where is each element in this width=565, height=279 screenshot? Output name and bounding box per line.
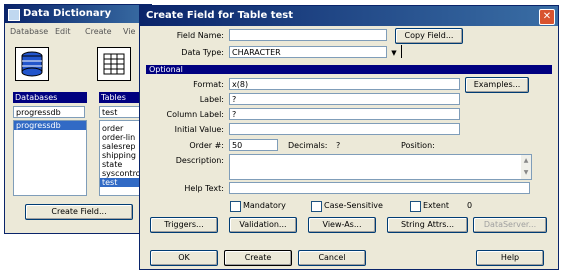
copy-field-button[interactable]: Copy Field... bbox=[395, 28, 463, 44]
create-field-dialog: Create Field for Table test ✕ Field Name… bbox=[139, 5, 559, 270]
dataserver-button[interactable]: DataServer... bbox=[473, 217, 547, 233]
extent-checkbox[interactable] bbox=[410, 201, 421, 212]
column-label-input[interactable]: ? bbox=[229, 108, 460, 120]
dialog-titlebar[interactable]: Create Field for Table test ✕ bbox=[140, 6, 558, 26]
optional-header: Optional bbox=[146, 65, 552, 74]
cancel-button[interactable]: Cancel bbox=[298, 250, 366, 266]
examples-button[interactable]: Examples... bbox=[465, 77, 529, 93]
database-icon[interactable] bbox=[15, 47, 49, 81]
decimals-value: ? bbox=[336, 141, 341, 150]
data-type-select[interactable]: CHARACTER bbox=[229, 46, 387, 58]
description-label: Description: bbox=[175, 156, 224, 165]
description-textarea[interactable]: ▲ ▼ bbox=[229, 154, 532, 180]
order-label: Order #: bbox=[189, 141, 224, 150]
field-name-input[interactable] bbox=[229, 29, 387, 41]
databases-value[interactable]: progressdb bbox=[13, 106, 85, 118]
data-type-label: Data Type: bbox=[181, 48, 224, 57]
menu-bar: Database Edit Create Vie bbox=[5, 27, 151, 39]
position-label: Position: bbox=[401, 141, 435, 150]
decimals-label: Decimals: bbox=[288, 141, 328, 150]
chevron-down-icon[interactable]: ▼ bbox=[389, 48, 399, 58]
extent-label: Extent bbox=[423, 201, 450, 210]
extent-value: 0 bbox=[467, 201, 473, 210]
table-icon[interactable] bbox=[97, 47, 131, 81]
mandatory-label: Mandatory bbox=[243, 201, 286, 210]
create-button[interactable]: Create bbox=[224, 250, 292, 266]
menu-view[interactable]: Vie bbox=[123, 27, 135, 36]
validation-button[interactable]: Validation... bbox=[229, 217, 297, 233]
menu-database[interactable]: Database bbox=[10, 27, 48, 36]
scrollbar[interactable]: ▲ ▼ bbox=[521, 155, 531, 179]
format-input[interactable]: x(8) bbox=[229, 78, 460, 90]
list-item[interactable]: progressdb bbox=[14, 121, 86, 130]
column-label-label: Column Label: bbox=[166, 110, 224, 119]
help-text-label: Help Text: bbox=[184, 184, 224, 193]
triggers-button[interactable]: Triggers... bbox=[150, 217, 218, 233]
dialog-title: Create Field for Table test bbox=[146, 10, 294, 21]
data-dictionary-window: Data Dictionary Database Edit Create Vie… bbox=[4, 4, 153, 234]
databases-header: Databases bbox=[13, 92, 87, 103]
text-cursor bbox=[401, 45, 402, 58]
ok-button[interactable]: OK bbox=[150, 250, 218, 266]
string-attrs-button[interactable]: String Attrs... bbox=[387, 217, 468, 233]
menu-edit[interactable]: Edit bbox=[55, 27, 71, 36]
order-input[interactable]: 50 bbox=[229, 139, 278, 151]
field-name-label: Field Name: bbox=[176, 31, 224, 40]
initial-value-label: Initial Value: bbox=[174, 125, 224, 134]
mandatory-checkbox[interactable] bbox=[230, 201, 241, 212]
help-button[interactable]: Help bbox=[476, 250, 544, 266]
close-icon[interactable]: ✕ bbox=[539, 9, 555, 25]
app-icon bbox=[8, 9, 20, 21]
label-input[interactable]: ? bbox=[229, 93, 460, 105]
menu-create[interactable]: Create bbox=[85, 27, 112, 36]
help-text-input[interactable] bbox=[229, 182, 530, 194]
data-dictionary-titlebar[interactable]: Data Dictionary bbox=[5, 5, 151, 23]
window-title: Data Dictionary bbox=[23, 8, 112, 19]
label-label: Label: bbox=[199, 95, 224, 104]
view-as-button[interactable]: View-As... bbox=[308, 217, 376, 233]
case-sensitive-label: Case-Sensitive bbox=[324, 201, 383, 210]
format-label: Format: bbox=[193, 80, 224, 89]
create-field-button[interactable]: Create Field... bbox=[25, 204, 133, 220]
case-sensitive-checkbox[interactable] bbox=[311, 201, 322, 212]
databases-list[interactable]: progressdb bbox=[13, 120, 87, 196]
initial-value-input[interactable] bbox=[229, 123, 460, 135]
